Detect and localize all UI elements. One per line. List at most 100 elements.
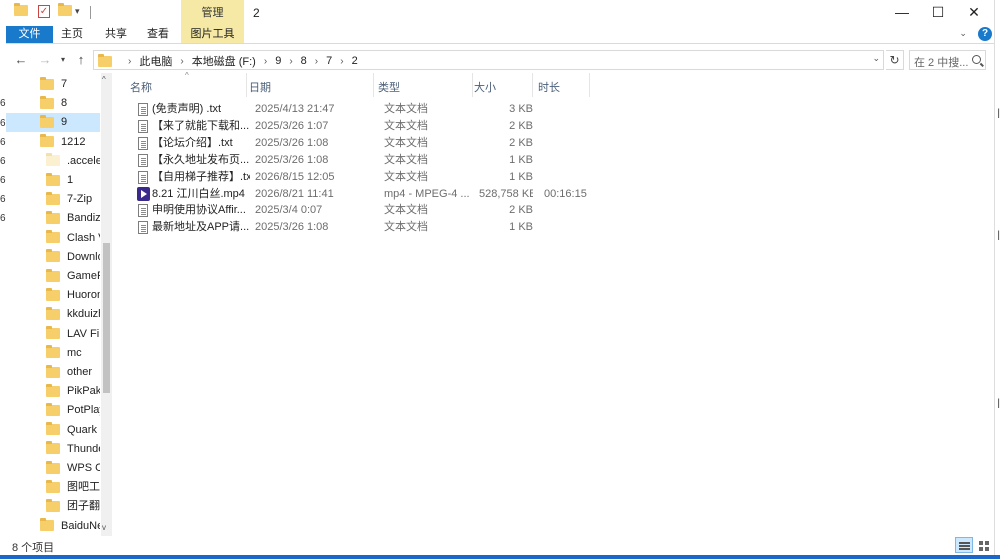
nav-item-label: LAV Filte	[67, 327, 100, 340]
folder-icon[interactable]	[14, 3, 28, 19]
video-file-icon	[137, 186, 150, 201]
column-divider[interactable]	[472, 73, 473, 97]
chevron-down-icon[interactable]: v	[102, 523, 106, 532]
nav-item[interactable]: 1	[6, 171, 100, 190]
forward-button[interactable]: →	[36, 51, 54, 69]
up-button[interactable]: ↑	[72, 51, 90, 69]
new-folder-icon[interactable]	[58, 3, 72, 19]
tab-view[interactable]: 查看	[144, 26, 172, 43]
chevron-right-icon[interactable]: ›	[340, 56, 343, 67]
breadcrumb-folder-2[interactable]: 2	[352, 55, 358, 67]
title-bar: ✓ ▾ 管理 2 — ☐ ✕	[6, 0, 994, 26]
folder-icon	[46, 460, 60, 474]
nav-item[interactable]: Bandizip	[6, 209, 100, 228]
nav-item[interactable]: LAV Filte	[6, 325, 100, 344]
column-header-date[interactable]: 日期	[249, 79, 271, 95]
file-row[interactable]: (免责声明) .txt 2025/4/13 21:47 文本文档 3 KB	[119, 101, 599, 118]
nav-item[interactable]: WPS Offi	[6, 459, 100, 478]
nav-item[interactable]: Quark	[6, 421, 100, 440]
file-type: mp4 - MPEG-4 ...	[384, 187, 470, 200]
folder-icon	[40, 114, 54, 128]
nav-item[interactable]: Downloa	[6, 248, 100, 267]
breadcrumb-this-pc[interactable]: 此电脑	[139, 53, 172, 69]
nav-item[interactable]: Thunder	[6, 440, 100, 459]
nav-item[interactable]: Huorong	[6, 286, 100, 305]
nav-item[interactable]: PikPak	[6, 382, 100, 401]
breadcrumb-folder-7[interactable]: 7	[326, 55, 332, 67]
close-button[interactable]: ✕	[954, 0, 994, 26]
tab-file[interactable]: 文件	[6, 26, 53, 43]
breadcrumb-drive-f[interactable]: 本地磁盘 (F:)	[192, 53, 256, 69]
nav-item[interactable]: 图吧工具	[6, 478, 100, 497]
column-divider[interactable]	[532, 73, 533, 97]
nav-item[interactable]: BaiduNet	[6, 517, 100, 536]
nav-item[interactable]: kkduizha	[6, 305, 100, 324]
column-divider[interactable]	[373, 73, 374, 97]
nav-item[interactable]: 1212	[6, 133, 100, 152]
breadcrumb-folder-8[interactable]: 8	[301, 55, 307, 67]
tab-home[interactable]: 主页	[58, 26, 86, 43]
breadcrumb: › 此电脑 › 本地磁盘 (F:) › 9 › 8 › 7 › 2	[98, 53, 358, 69]
file-row[interactable]: 申明使用协议Affir... 2025/3/4 0:07 文本文档 2 KB	[119, 202, 599, 219]
column-header-name[interactable]: 名称	[130, 79, 152, 95]
file-row[interactable]: 【自用梯子推荐】.txt 2026/8/15 12:05 文本文档 1 KB	[119, 169, 599, 186]
search-box[interactable]: 在 2 中搜...	[909, 50, 986, 70]
nav-scrollbar-thumb[interactable]	[103, 243, 110, 393]
nav-scrollbar[interactable]: ^ v	[101, 73, 112, 536]
nav-item-label: .accelera	[67, 154, 100, 167]
column-divider[interactable]	[589, 73, 590, 97]
file-row[interactable]: 【来了就能下载和... 2025/3/26 1:07 文本文档 2 KB	[119, 118, 599, 135]
customize-toolbar-icon[interactable]: ▾	[75, 6, 89, 20]
chevron-right-icon[interactable]: ›	[289, 56, 292, 67]
manage-tab[interactable]: 管理	[181, 0, 244, 26]
nav-item-label: WPS Offi	[67, 462, 100, 474]
help-icon[interactable]: ?	[978, 27, 992, 41]
nav-item[interactable]: 团子翻译	[6, 497, 100, 516]
nav-item[interactable]: PotPlaye	[6, 401, 100, 420]
nav-item[interactable]: other	[6, 363, 100, 382]
tab-picture-tools[interactable]: 图片工具	[181, 26, 244, 43]
file-size: 1 KB	[509, 170, 533, 183]
maximize-button[interactable]: ☐	[918, 0, 958, 26]
large-icons-view-button[interactable]	[975, 537, 993, 553]
text-file-icon	[138, 221, 148, 235]
nav-item[interactable]: GamePP	[6, 267, 100, 286]
nav-item[interactable]: 8	[6, 94, 100, 113]
file-row[interactable]: 【永久地址发布页... 2025/3/26 1:08 文本文档 1 KB	[119, 152, 599, 169]
nav-item[interactable]: Clash Ve	[6, 229, 100, 248]
nav-item-label: kkduizha	[67, 308, 100, 321]
nav-item[interactable]: 7	[6, 75, 100, 94]
ribbon-expand-icon[interactable]: ⌄	[959, 28, 967, 38]
nav-item[interactable]: 9	[6, 113, 100, 133]
address-bar[interactable]: › 此电脑 › 本地磁盘 (F:) › 9 › 8 › 7 › 2 ⌄	[93, 50, 884, 70]
chevron-right-icon[interactable]: ›	[128, 56, 131, 67]
file-date: 2025/3/26 1:08	[255, 221, 329, 234]
file-row[interactable]: 最新地址及APP请... 2025/3/26 1:08 文本文档 1 KB	[119, 219, 599, 236]
tab-share[interactable]: 共享	[102, 26, 130, 43]
chevron-right-icon[interactable]: ›	[315, 56, 318, 67]
file-row[interactable]: 8.21 江川白丝.mp4 2026/8/21 11:41 mp4 - MPEG-4…	[119, 186, 599, 203]
details-view-button[interactable]	[955, 537, 973, 553]
breadcrumb-folder-9[interactable]: 9	[275, 55, 281, 67]
column-header-type[interactable]: 类型	[378, 79, 400, 95]
chevron-up-icon[interactable]: ^	[102, 75, 106, 84]
file-size: 2 KB	[509, 119, 533, 132]
chevron-down-icon[interactable]: ⌄	[872, 53, 880, 64]
chevron-right-icon[interactable]: ›	[180, 56, 183, 67]
back-button[interactable]: ←	[12, 51, 30, 69]
refresh-button[interactable]: ↻	[886, 50, 904, 70]
window-title: 2	[253, 6, 260, 20]
file-row[interactable]: 【论坛介绍】.txt 2025/3/26 1:08 文本文档 2 KB	[119, 135, 599, 152]
chevron-right-icon[interactable]: ›	[264, 56, 267, 67]
column-header-duration[interactable]: 时长	[538, 79, 560, 95]
column-header-size[interactable]: 大小	[474, 79, 496, 95]
minimize-button[interactable]: —	[882, 0, 922, 26]
folder-icon	[46, 172, 60, 186]
file-date: 2026/8/15 12:05	[255, 170, 335, 183]
properties-icon[interactable]: ✓	[38, 5, 50, 18]
nav-item[interactable]: mc	[6, 344, 100, 363]
recent-locations-button[interactable]: ▾	[54, 51, 72, 69]
column-divider[interactable]	[246, 73, 247, 97]
nav-item[interactable]: .accelera	[6, 152, 100, 171]
nav-item[interactable]: 7-Zip	[6, 190, 100, 209]
